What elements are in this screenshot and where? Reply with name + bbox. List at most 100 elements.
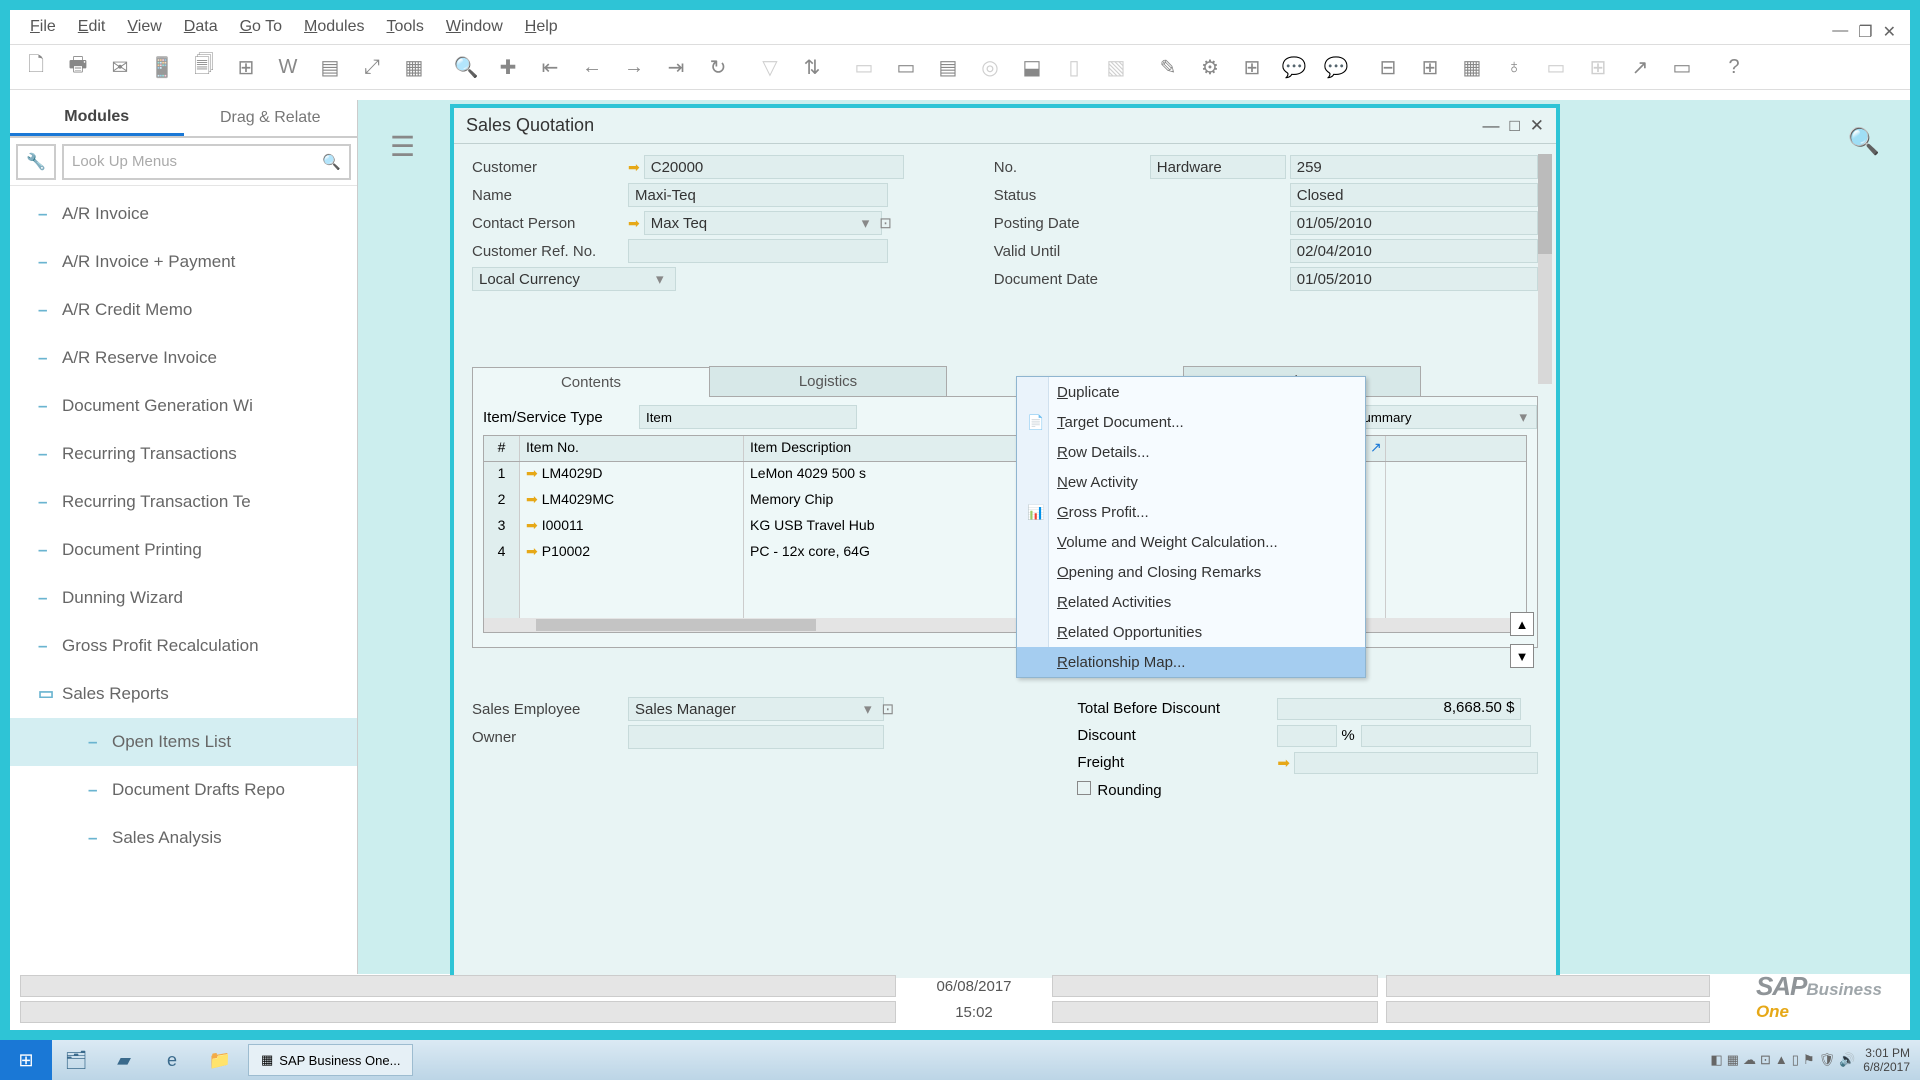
table-row[interactable]: 2➡LM4029MCMemory Chip4 xyxy=(484,488,1526,514)
context-menu-item[interactable]: Row Details... xyxy=(1017,437,1365,467)
table-row[interactable]: 4➡P10002PC - 12x core, 64G4 xyxy=(484,540,1526,566)
link-arrow-icon[interactable]: ➡ xyxy=(628,215,640,232)
status-field[interactable] xyxy=(1290,183,1538,207)
taskbar-clock[interactable]: 3:01 PM 6/8/2017 xyxy=(1863,1046,1910,1074)
expand-grid-icon[interactable]: ↗ xyxy=(1364,436,1386,461)
valid-until-field[interactable] xyxy=(1290,239,1538,263)
type-select[interactable] xyxy=(639,405,857,429)
table-row[interactable]: 1➡LM4029DLeMon 4029 500 s1 xyxy=(484,462,1526,488)
row-up-button[interactable]: ▲ xyxy=(1510,612,1534,636)
sidebar-item[interactable]: –Gross Profit Recalculation xyxy=(10,622,357,670)
toolbar-prev-icon[interactable]: ← xyxy=(572,47,612,87)
grid-horizontal-scrollbar[interactable] xyxy=(484,618,1526,632)
sidebar-tab-drag[interactable]: Drag & Relate xyxy=(184,100,358,136)
sidebar-item[interactable]: –Recurring Transactions xyxy=(10,430,357,478)
table-row[interactable]: . xyxy=(484,566,1526,592)
toolbar-word-icon[interactable]: W xyxy=(268,47,308,87)
toolbar-email-icon[interactable]: ✉ xyxy=(100,47,140,87)
menu-goto[interactable]: Go To xyxy=(240,18,282,36)
link-arrow-icon[interactable]: ➡ xyxy=(1277,754,1290,772)
link-arrow-icon[interactable]: ➡ xyxy=(526,543,538,559)
sidebar-item[interactable]: –Document Printing xyxy=(10,526,357,574)
toolbar-layout-icon[interactable]: ▦ xyxy=(394,47,434,87)
menu-edit[interactable]: Edit xyxy=(78,18,106,36)
context-menu-item[interactable]: Volume and Weight Calculation... xyxy=(1017,527,1365,557)
taskbar-explorer-icon[interactable]: 🗂 xyxy=(52,1040,100,1080)
sidebar-tab-modules[interactable]: Modules xyxy=(10,100,184,136)
toolbar-cal1-icon[interactable]: ⊟ xyxy=(1368,47,1408,87)
table-row[interactable]: . xyxy=(484,592,1526,618)
form-scrollbar[interactable] xyxy=(1538,154,1552,384)
sidebar-item[interactable]: ▭Sales Reports xyxy=(10,670,357,718)
toolbar-alert-icon[interactable]: 💬 xyxy=(1316,47,1356,87)
toolbar-fax-icon[interactable]: 🗐 xyxy=(184,47,224,87)
start-button[interactable]: ⊞ xyxy=(0,1040,52,1080)
toolbar-sort-icon[interactable]: ⇅ xyxy=(792,47,832,87)
hamburger-icon[interactable]: ☰ xyxy=(390,130,415,163)
menu-tools[interactable]: Tools xyxy=(386,18,423,36)
wrench-icon[interactable]: 🔧 xyxy=(16,144,56,180)
toolbar-add-icon[interactable]: ✚ xyxy=(488,47,528,87)
form-maximize-button[interactable]: □ xyxy=(1509,116,1519,136)
link-arrow-icon[interactable]: ➡ xyxy=(526,517,538,533)
sidebar-item[interactable]: –Document Generation Wi xyxy=(10,382,357,430)
customer-field[interactable] xyxy=(644,155,904,179)
col-num[interactable]: # xyxy=(484,436,520,461)
form-close-button[interactable]: ✕ xyxy=(1530,116,1544,136)
no-field[interactable] xyxy=(1290,155,1538,179)
document-date-field[interactable] xyxy=(1290,267,1538,291)
sidebar-item[interactable]: –A/R Invoice + Payment xyxy=(10,238,357,286)
taskbar-ie-icon[interactable]: e xyxy=(148,1040,196,1080)
toolbar-user-icon[interactable]: ▭ xyxy=(1536,47,1576,87)
sidebar-item[interactable]: –A/R Reserve Invoice xyxy=(10,334,357,382)
context-menu-item[interactable]: Relationship Map... xyxy=(1017,647,1365,677)
context-menu-item[interactable]: 📊Gross Profit... xyxy=(1017,497,1365,527)
toolbar-journal-icon[interactable]: ▤ xyxy=(928,47,968,87)
contact-field[interactable] xyxy=(644,211,882,235)
context-menu-item[interactable]: Related Activities xyxy=(1017,587,1365,617)
taskbar-powershell-icon[interactable]: ▰ xyxy=(100,1040,148,1080)
global-search-icon[interactable]: 🔍 xyxy=(1848,126,1880,157)
context-menu-item[interactable]: Duplicate xyxy=(1017,377,1365,407)
tab-logistics[interactable]: Logistics xyxy=(709,366,947,396)
toolbar-trans-icon[interactable]: ▧ xyxy=(1096,47,1136,87)
toolbar-profit-icon[interactable]: ⬓ xyxy=(1012,47,1052,87)
toolbar-link-icon[interactable]: ↗ xyxy=(1620,47,1660,87)
expand-icon[interactable]: ⊡ xyxy=(879,214,892,232)
search-input[interactable]: Look Up Menus 🔍 xyxy=(62,144,351,180)
toolbar-excel-icon[interactable]: ⊞ xyxy=(226,47,266,87)
summary-select[interactable] xyxy=(1347,405,1537,429)
link-arrow-icon[interactable]: ➡ xyxy=(526,491,538,507)
no-series-field[interactable] xyxy=(1150,155,1286,179)
toolbar-branch-icon[interactable]: ♁ xyxy=(1494,47,1534,87)
toolbar-target-icon[interactable]: ▭ xyxy=(886,47,926,87)
tray-icons[interactable]: ◧▦☁⊡▲▯⚑🛡🔊 xyxy=(1708,1052,1857,1068)
context-menu-item[interactable]: New Activity xyxy=(1017,467,1365,497)
toolbar-help-icon[interactable]: ? xyxy=(1714,47,1754,87)
sales-emp-field[interactable] xyxy=(628,697,884,721)
rounding-checkbox[interactable] xyxy=(1077,781,1091,795)
posting-date-field[interactable] xyxy=(1290,211,1538,235)
sidebar-item[interactable]: –Recurring Transaction Te xyxy=(10,478,357,526)
name-field[interactable] xyxy=(628,183,888,207)
ref-field[interactable] xyxy=(628,239,888,263)
toolbar-msg-icon[interactable]: 💬 xyxy=(1274,47,1314,87)
table-row[interactable]: 3➡I00011KG USB Travel Hub2 xyxy=(484,514,1526,540)
context-menu-item[interactable]: Opening and Closing Remarks xyxy=(1017,557,1365,587)
sidebar-item[interactable]: –Open Items List xyxy=(10,718,357,766)
discount-pct-field[interactable] xyxy=(1277,725,1337,747)
toolbar-edit-icon[interactable]: ✎ xyxy=(1148,47,1188,87)
expand-icon[interactable]: ⊡ xyxy=(882,700,895,718)
menu-help[interactable]: Help xyxy=(525,18,558,36)
discount-amt-field[interactable] xyxy=(1361,725,1531,747)
owner-field[interactable] xyxy=(628,725,884,749)
toolbar-volume-icon[interactable]: ▯ xyxy=(1054,47,1094,87)
currency-select[interactable] xyxy=(472,267,676,291)
toolbar-last-icon[interactable]: ⇥ xyxy=(656,47,696,87)
link-arrow-icon[interactable]: ➡ xyxy=(526,465,538,481)
toolbar-pdf-icon[interactable]: ▤ xyxy=(310,47,350,87)
toolbar-cal2-icon[interactable]: ⊞ xyxy=(1410,47,1450,87)
toolbar-cal3-icon[interactable]: ▦ xyxy=(1452,47,1492,87)
toolbar-next-icon[interactable]: → xyxy=(614,47,654,87)
toolbar-find-icon[interactable]: 🔍 xyxy=(446,47,486,87)
